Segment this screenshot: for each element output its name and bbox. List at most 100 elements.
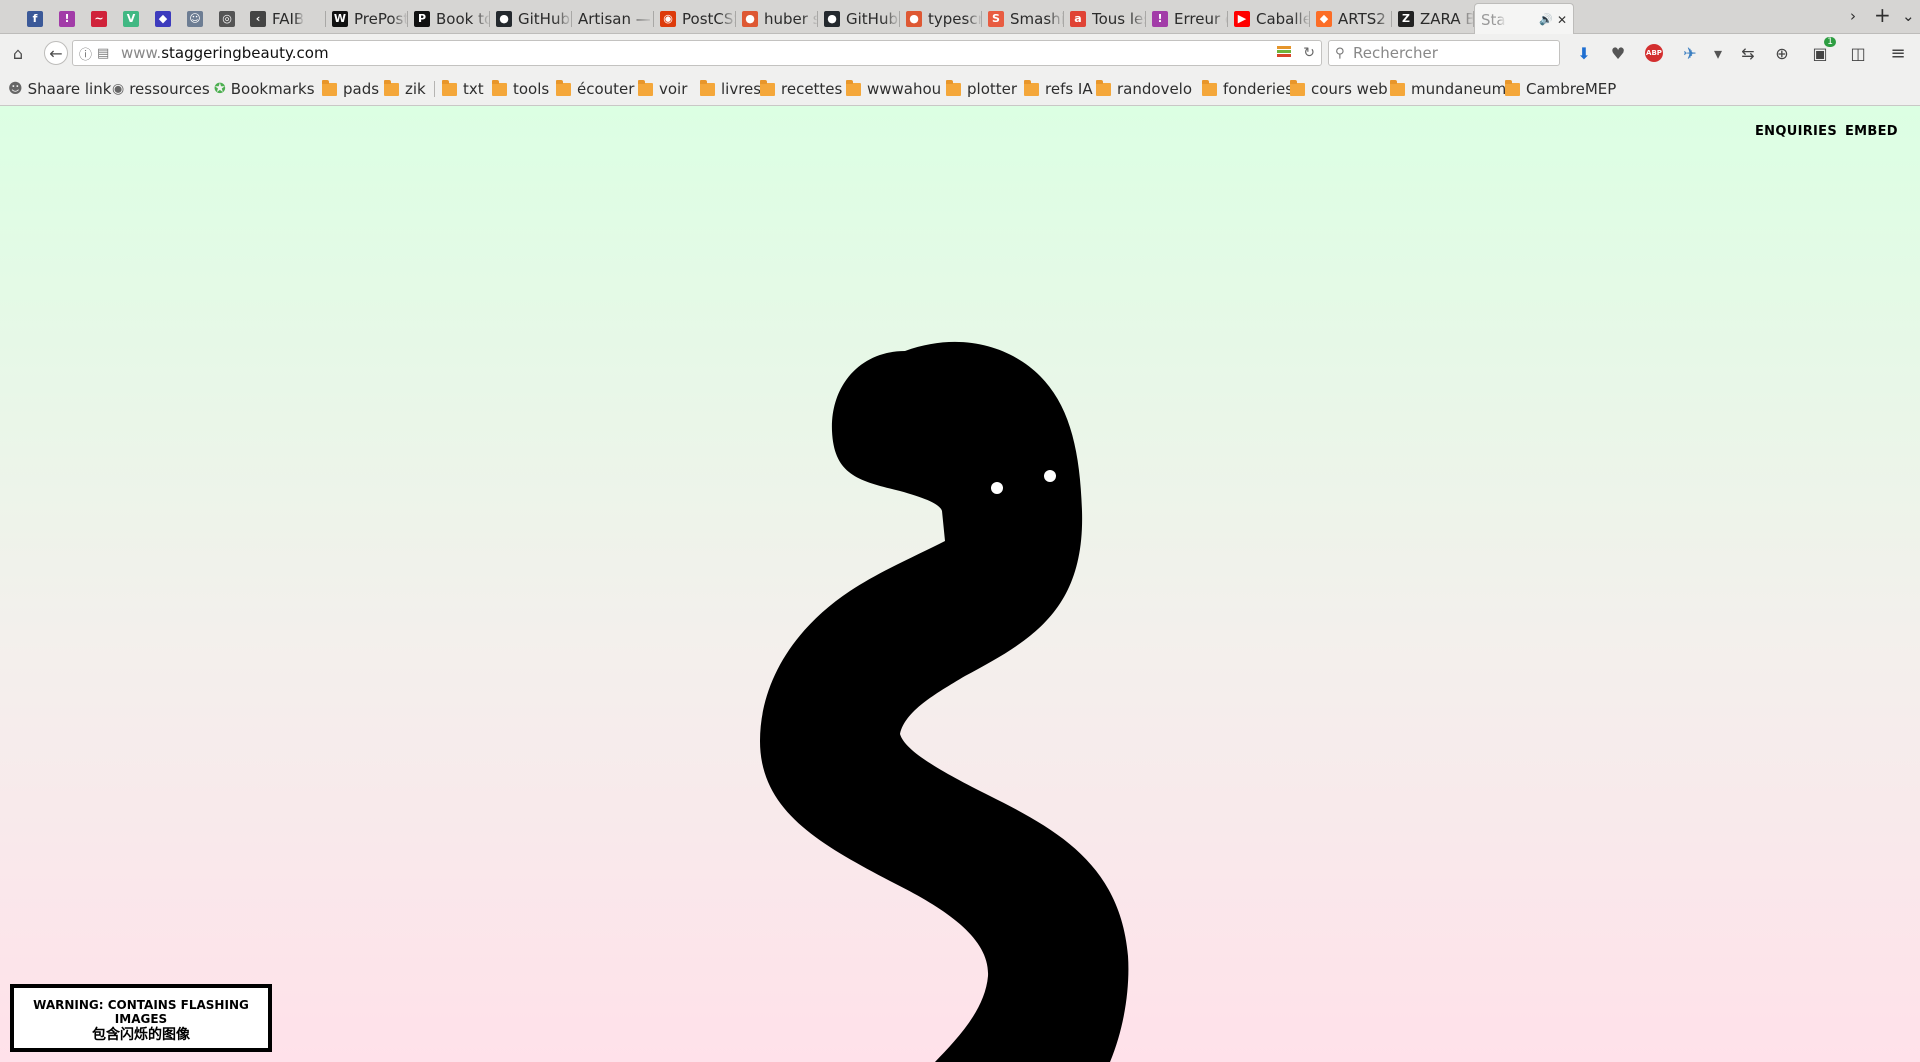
extension-globe-icon[interactable]: ⊕ [1770,41,1794,65]
home-icon[interactable]: ⌂ [6,41,30,65]
tab-title: Sta [1481,10,1506,29]
site-info-icon[interactable]: ⓘ [79,44,92,63]
bookmarks-star-icon: ✪ [214,81,226,97]
search-bar[interactable]: ⚲ Rechercher [1328,40,1560,66]
folder-icon [1202,79,1217,96]
bookmark-label: fonderies [1223,80,1294,98]
tab[interactable]: W PrePost [326,3,408,34]
bookmark-folder[interactable]: refs IA [1024,79,1093,99]
tab-close-icon[interactable]: ✕ [1557,13,1567,27]
bookmark-label: wwwahou [867,80,942,98]
gitlab-icon: ◆ [1316,10,1332,27]
tab[interactable]: Artisan — D [572,3,654,34]
adblock-icon[interactable]: ABP [1642,41,1666,65]
tab-title: Artisan — D [578,9,654,28]
tab[interactable]: ‹ FAIB [244,3,326,34]
list-all-tabs-icon[interactable]: ⌄ [1902,7,1915,25]
bookmark-folder[interactable]: voir [638,79,687,99]
tab[interactable]: ! [52,3,82,34]
tab[interactable]: a Tous les [1064,3,1146,34]
page-icon: ▤ [97,45,110,61]
bookmark-label: recettes [781,80,843,98]
bookmark-folder[interactable]: fonderies [1202,79,1293,99]
extension-bird-icon[interactable]: ✈ [1678,41,1702,65]
link-icon: ☻ [8,81,23,97]
bookmark-folder[interactable]: écouter [556,79,634,99]
bookmark-folder[interactable]: zik [384,79,426,99]
tab-audio-icon[interactable]: 🔊 [1539,13,1553,26]
tab[interactable]: ● GitHub - [818,3,900,34]
tab[interactable]: ● GitHub - [490,3,572,34]
url-text[interactable]: www.staggeringbeauty.com [121,44,329,62]
tab[interactable]: ! Erreur d [1146,3,1228,34]
bookmark-folder[interactable]: tools [492,79,549,99]
downloads-icon[interactable]: ⬇ [1572,41,1596,65]
tab[interactable]: ▶ Caballer [1228,3,1310,34]
folder-icon [442,79,457,96]
bookmark-folder[interactable]: livres [700,79,761,99]
tab-title: ZARA Be [1420,9,1474,28]
pocket-icon[interactable]: ♥ [1606,41,1630,65]
bookmark-link[interactable]: ☻ Shaare link [8,79,111,99]
red-ribbon-icon: ~ [91,10,107,27]
tab[interactable]: ◆ [148,3,178,34]
tab-active[interactable]: Sta 🔊 ✕ [1474,3,1574,35]
reader-mode-icon[interactable] [1277,46,1291,57]
sidebar-icon[interactable]: ◫ [1846,41,1870,65]
search-placeholder: Rechercher [1353,44,1438,62]
menu-icon[interactable]: ≡ [1886,41,1910,65]
bookmark-label: pads [343,80,380,98]
diamond-logo-icon: ◆ [155,10,171,27]
bookmark-folder[interactable]: cours web [1290,79,1388,99]
tab-title: FAIB [272,9,305,28]
bookmark-folder[interactable]: pads [322,79,379,99]
worm-figure[interactable] [0,106,1920,1062]
tab[interactable]: ~ [84,3,114,34]
bookmark-link[interactable]: ✪ Bookmarks [214,79,315,99]
folder-icon [1096,79,1111,96]
tab-title: Caballer [1256,9,1310,28]
bookmark-folder[interactable]: randovelo [1096,79,1192,99]
tab[interactable]: ☺ [180,3,210,34]
github-icon: ● [496,10,512,27]
folder-icon [846,79,861,96]
globe-icon: ◎ [219,10,235,27]
extension-arrows-icon[interactable]: ⇆ [1736,41,1760,65]
tab[interactable]: S Smashin [982,3,1064,34]
link-icon: ◉ [112,81,125,97]
bookmark-folder[interactable]: plotter [946,79,1017,99]
reload-icon[interactable]: ↻ [1303,45,1315,61]
tab[interactable]: f [20,3,50,34]
folder-icon [1505,79,1520,96]
tab[interactable]: ◆ ARTS2 - A [1310,3,1392,34]
tab[interactable]: P Book to [408,3,490,34]
back-button[interactable]: ← [44,41,68,65]
bookmark-folder[interactable]: recettes [760,79,842,99]
bookmark-folder[interactable]: mundaneum [1390,79,1506,99]
tab[interactable]: ● huber sa [736,3,818,34]
folder-icon [638,79,653,96]
tab-strip: f! ~ V ◆ ☺ ◎ ‹ FAIB W PrePost P Book to ● GitHub - Art… [0,0,1920,35]
bookmark-folder[interactable]: txt [442,79,484,99]
tab[interactable]: Z ZARA Be [1392,3,1474,34]
duckduckgo-icon: ● [906,10,922,27]
tab-title: Erreur d [1174,9,1228,28]
url-bar[interactable]: ⓘ ▤ www.staggeringbeauty.com ↻ [72,40,1322,66]
tab[interactable]: V [116,3,146,34]
tab[interactable]: ● typescri [900,3,982,34]
bookmark-link[interactable]: ◉ ressources [112,79,210,99]
tab-title: Tous les [1092,9,1146,28]
zara-icon: Z [1398,10,1414,27]
bookmark-label: Shaare link [27,80,112,98]
bookmark-folder[interactable]: CambreMEP [1505,79,1616,99]
tabs-scroll-right-icon[interactable]: › [1850,7,1856,25]
tab-title: ARTS2 - A [1338,9,1392,28]
bookmark-label: randovelo [1117,80,1193,98]
worm-body[interactable] [760,341,1129,1062]
dropdown-icon[interactable]: ▾ [1706,41,1730,65]
tab[interactable]: ◎ [212,3,242,34]
bookmark-folder[interactable]: wwwahou [846,79,941,99]
new-tab-button[interactable]: + [1874,3,1891,27]
extension-badge-icon[interactable]: ▣ 1 [1808,37,1836,65]
tab[interactable]: ◉ PostCSS [654,3,736,34]
